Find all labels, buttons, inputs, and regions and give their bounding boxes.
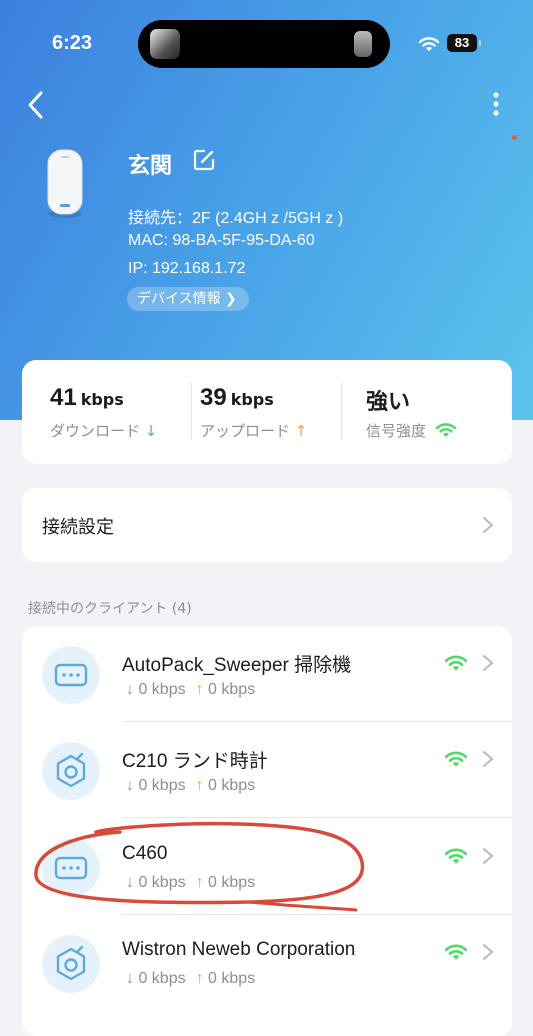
- clients-section-title: 接続中のクライアント (4): [28, 601, 192, 617]
- upload-value: 39: [200, 384, 227, 411]
- wifi-status-icon: [418, 37, 440, 51]
- client-row[interactable]: C210 ランド時計 ↓ 0 kbps ↑ 0 kbps: [22, 722, 512, 818]
- more-options-icon[interactable]: [486, 90, 506, 120]
- signal-stat: 強い 信号強度: [366, 384, 456, 440]
- album-art-icon: [150, 29, 180, 59]
- download-label: ダウンロード ↓: [50, 422, 158, 440]
- chevron-right-icon: [482, 750, 494, 772]
- client-name: AutoPack_Sweeper 掃除機: [122, 655, 352, 676]
- status-time: 6:23: [52, 32, 93, 54]
- download-arrow-icon: ↓: [126, 874, 134, 891]
- edit-icon[interactable]: [192, 148, 216, 172]
- client-row[interactable]: C460 ↓ 0 kbps ↑ 0 kbps: [22, 819, 512, 915]
- connection-settings-label: 接続設定: [42, 517, 114, 538]
- connection-settings-row[interactable]: 接続設定: [22, 488, 512, 562]
- download-unit: kbps: [80, 390, 124, 409]
- camera-icon: [42, 935, 100, 993]
- signal-strength-icon: [444, 847, 468, 869]
- row-divider: [122, 817, 512, 818]
- generic-device-icon: [42, 839, 100, 897]
- signal-strength-icon: [435, 423, 456, 437]
- signal-strength-icon: [444, 943, 468, 965]
- chevron-right-icon: [482, 943, 494, 965]
- download-stat: 41 kbps ダウンロード ↓: [50, 384, 157, 440]
- download-arrow-icon: ↓: [126, 777, 134, 794]
- generic-device-icon: [42, 646, 100, 704]
- notification-dot: [512, 135, 517, 140]
- upload-unit: kbps: [230, 390, 274, 409]
- status-bar: 6:23 83: [0, 0, 533, 80]
- mac-address-text: MAC: 98-BA-5F-95-DA-60: [128, 232, 315, 249]
- chevron-right-icon: [483, 517, 493, 533]
- upload-label: アップロード ↑: [200, 422, 308, 440]
- signal-strength-icon: [444, 654, 468, 676]
- upload-arrow-icon: ↑: [294, 422, 308, 440]
- signal-value: 強い: [366, 389, 411, 414]
- dynamic-island[interactable]: [138, 20, 390, 68]
- client-speed: ↓ 0 kbps ↑ 0 kbps: [126, 874, 256, 891]
- back-icon[interactable]: [24, 90, 48, 120]
- client-name: C210 ランド時計: [122, 751, 268, 772]
- speaker-icon: [354, 31, 372, 57]
- client-speed: ↓ 0 kbps ↑ 0 kbps: [126, 681, 256, 698]
- device-name: 玄関: [128, 154, 173, 179]
- client-name: C460: [122, 843, 168, 864]
- divider: [191, 382, 192, 440]
- download-arrow-icon: ↓: [126, 970, 134, 987]
- client-speed: ↓ 0 kbps ↑ 0 kbps: [126, 777, 256, 794]
- device-info-button[interactable]: デバイス情報 ❯: [127, 287, 249, 311]
- chevron-right-icon: [482, 654, 494, 676]
- chevron-right-icon: [482, 847, 494, 869]
- connected-to-text: 接続先：2F (2.4GH z /5GH z ): [128, 210, 344, 227]
- signal-strength-icon: [444, 750, 468, 772]
- upload-arrow-icon: ↑: [195, 681, 204, 698]
- client-row[interactable]: AutoPack_Sweeper 掃除機 ↓ 0 kbps ↑ 0 kbps: [22, 626, 512, 722]
- stats-card: [22, 360, 512, 464]
- camera-icon: [42, 742, 100, 800]
- signal-label: 信号強度: [366, 420, 457, 441]
- download-arrow-icon: ↓: [144, 422, 158, 440]
- upload-arrow-icon: ↑: [195, 777, 204, 794]
- battery-indicator: 83: [447, 34, 481, 52]
- deco-device-icon: [47, 149, 83, 218]
- upload-arrow-icon: ↑: [195, 874, 204, 891]
- client-row[interactable]: Wistron Neweb Corporation ↓ 0 kbps ↑ 0 kbp…: [22, 915, 512, 1011]
- upload-arrow-icon: ↑: [195, 970, 204, 987]
- divider: [341, 382, 342, 440]
- client-name: Wistron Neweb Corporation: [122, 939, 356, 960]
- download-value: 41: [50, 384, 77, 411]
- client-speed: ↓ 0 kbps ↑ 0 kbps: [126, 970, 256, 987]
- upload-stat: 39 kbps アップロード ↑: [200, 384, 307, 440]
- ip-address-text: IP: 192.168.1.72: [128, 260, 246, 277]
- download-arrow-icon: ↓: [126, 681, 134, 698]
